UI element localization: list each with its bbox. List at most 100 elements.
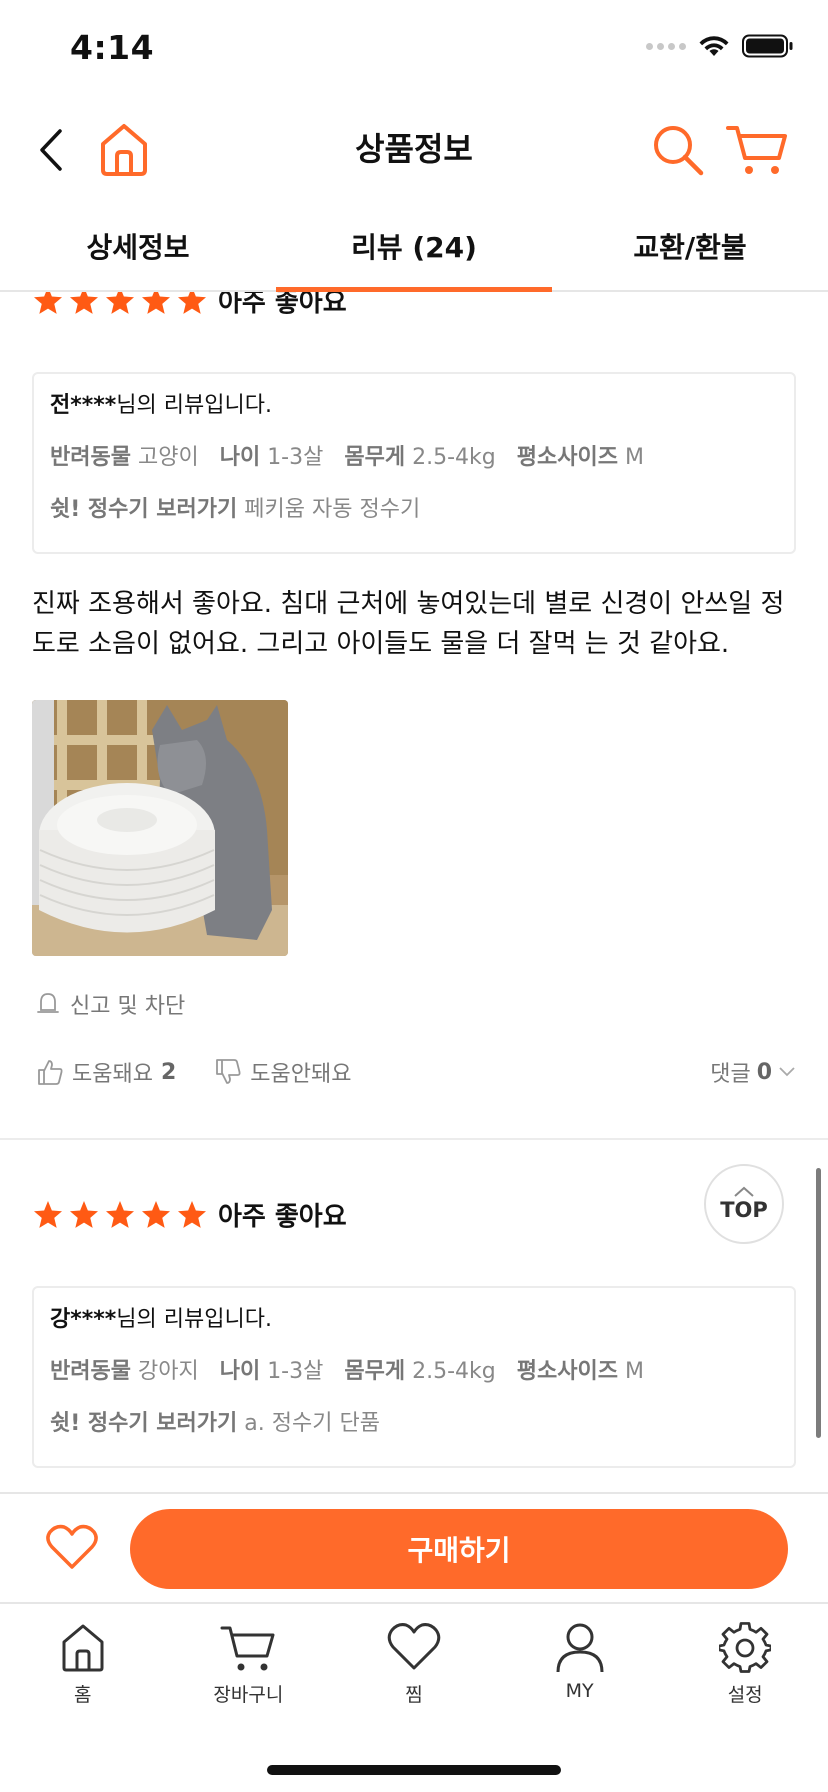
- review-rating: 아주 좋아요: [32, 1196, 347, 1233]
- star-icon: [106, 292, 134, 314]
- tab-details[interactable]: 상세정보: [0, 212, 276, 290]
- review-divider: [0, 1138, 828, 1140]
- pet-label: 반려동물: [50, 1359, 131, 1384]
- gear-icon: [719, 1622, 772, 1673]
- cat-photo: [32, 700, 288, 956]
- size-label: 평소사이즈: [516, 1359, 618, 1384]
- review-photo[interactable]: [32, 700, 288, 956]
- scrollbar[interactable]: [816, 1168, 821, 1438]
- nav-label: 홈: [74, 1684, 92, 1706]
- thumbs-up-icon[interactable]: [36, 1058, 64, 1086]
- star-icon: [178, 1200, 206, 1228]
- weight-label: 몸무게: [344, 445, 406, 470]
- nav-my[interactable]: MY: [497, 1604, 663, 1792]
- reviewer-name: 강****: [50, 1307, 117, 1332]
- helpful-row: 도움돼요 2 도움안돼요: [36, 1056, 351, 1088]
- pet-info-line: 반려동물 고양이 나이 1-3살 몸무게 2.5-4kg 평소사이즈 M: [50, 444, 778, 496]
- star-icon: [142, 1200, 170, 1228]
- pet-label: 반려동물: [50, 445, 131, 470]
- tab-reviews[interactable]: 리뷰 (24): [276, 212, 552, 292]
- thumbs-down-icon[interactable]: [214, 1058, 242, 1086]
- reviewer-info-box: 전****님의 리뷰입니다. 반려동물 고양이 나이 1-3살 몸무게 2.5-…: [32, 372, 796, 554]
- tab-bar: 상세정보 리뷰 (24) 교환/환불: [0, 212, 828, 292]
- weight-label: 몸무게: [344, 1359, 406, 1384]
- pet-value: 강아지: [137, 1359, 199, 1384]
- reviewer-name: 전****: [50, 393, 117, 418]
- nav-cart[interactable]: 장바구니: [166, 1604, 332, 1792]
- star-icon: [178, 292, 206, 314]
- option-line[interactable]: 쉿! 정수기 보러가기 페키움 자동 정수기: [50, 496, 778, 548]
- nav-home[interactable]: 홈: [0, 1604, 166, 1792]
- reviewer-line: 강****님의 리뷰입니다.: [50, 1306, 778, 1358]
- home-icon: [62, 1624, 104, 1672]
- page-title: 상품정보: [355, 130, 473, 168]
- nav-label: 찜: [405, 1684, 423, 1706]
- size-value: M: [624, 445, 644, 470]
- cart-icon: [220, 1626, 275, 1671]
- unhelpful-label[interactable]: 도움안돼요: [250, 1056, 351, 1088]
- star-icon: [142, 292, 170, 314]
- comments-toggle[interactable]: 댓글 0: [710, 1056, 796, 1088]
- purchase-bar: 구매하기: [0, 1492, 828, 1602]
- option-line[interactable]: 쉿! 정수기 보러가기 a. 정수기 단품: [50, 1410, 778, 1462]
- helpful-label[interactable]: 도움돼요: [72, 1056, 153, 1088]
- nav-label: MY: [565, 1680, 594, 1702]
- option-value: 페키움 자동 정수기: [244, 497, 421, 522]
- status-time: 4:14: [70, 28, 155, 67]
- age-label: 나이: [219, 1359, 261, 1384]
- star-icon: [70, 292, 98, 314]
- weight-value: 2.5-4kg: [412, 445, 496, 470]
- heart-icon: [387, 1623, 441, 1670]
- pet-info-line: 반려동물 강아지 나이 1-3살 몸무게 2.5-4kg 평소사이즈 M: [50, 1358, 778, 1410]
- star-icon: [34, 292, 62, 314]
- review-rating: 아주 좋아요: [32, 292, 347, 319]
- reviewer-line: 전****님의 리뷰입니다.: [50, 392, 778, 444]
- age-label: 나이: [219, 445, 261, 470]
- review-list[interactable]: 아주 좋아요 전****님의 리뷰입니다. 반려동물 고양이 나이 1-3살 몸…: [0, 292, 828, 1492]
- size-label: 평소사이즈: [516, 445, 618, 470]
- buy-button[interactable]: 구매하기: [130, 1509, 788, 1589]
- reviewer-info-box: 강****님의 리뷰입니다. 반려동물 강아지 나이 1-3살 몸무게 2.5-…: [32, 1286, 796, 1468]
- cellular-signal-icon: [646, 42, 686, 50]
- nav-label: 장바구니: [213, 1684, 284, 1706]
- scroll-top-button[interactable]: TOP: [704, 1164, 784, 1244]
- helpful-count: 2: [160, 1059, 177, 1085]
- top-label: TOP: [720, 1198, 768, 1222]
- comment-label: 댓글: [710, 1062, 751, 1087]
- reviewer-suffix: 님의 리뷰입니다.: [116, 393, 272, 418]
- option-label[interactable]: 쉿! 정수기 보러가기: [50, 497, 237, 522]
- report-block-button[interactable]: 신고 및 차단: [36, 988, 185, 1020]
- report-label: 신고 및 차단: [70, 994, 186, 1019]
- nav-wishlist[interactable]: 찜: [331, 1604, 497, 1792]
- comment-count: 0: [756, 1059, 772, 1085]
- nav-label: 설정: [727, 1684, 763, 1706]
- status-bar: 4:14: [0, 0, 828, 100]
- bell-icon: [37, 993, 59, 1013]
- age-value: 1-3살: [267, 445, 324, 470]
- chevron-down-icon: [779, 1067, 795, 1077]
- age-value: 1-3살: [267, 1359, 324, 1384]
- home-indicator: [267, 1765, 561, 1775]
- review-body: 진짜 조용해서 좋아요. 침대 근처에 놓여있는데 별로 신경이 안쓰일 정도로…: [32, 589, 785, 659]
- weight-value: 2.5-4kg: [412, 1359, 496, 1384]
- option-value: a. 정수기 단품: [244, 1411, 380, 1436]
- nav-settings[interactable]: 설정: [662, 1604, 828, 1792]
- size-value: M: [624, 1359, 644, 1384]
- battery-icon: [742, 34, 793, 58]
- wishlist-button[interactable]: [44, 1522, 100, 1572]
- star-icon: [70, 1200, 98, 1228]
- star-icon: [106, 1200, 134, 1228]
- wifi-icon: [699, 36, 729, 56]
- star-icon: [34, 1200, 62, 1228]
- pet-value: 고양이: [137, 445, 199, 470]
- chevron-up-icon: [734, 1186, 754, 1197]
- option-label[interactable]: 쉿! 정수기 보러가기: [50, 1411, 237, 1436]
- heart-outline-icon: [46, 1524, 98, 1569]
- status-icons: [646, 34, 794, 58]
- rating-text: 아주 좋아요: [218, 1202, 347, 1232]
- reviewer-suffix: 님의 리뷰입니다.: [116, 1307, 272, 1332]
- rating-text: 아주 좋아요: [218, 292, 347, 318]
- tab-exchange-refund[interactable]: 교환/환불: [552, 212, 828, 290]
- user-icon: [556, 1623, 604, 1673]
- bottom-nav: 홈 장바구니 찜 MY 설정: [0, 1602, 828, 1792]
